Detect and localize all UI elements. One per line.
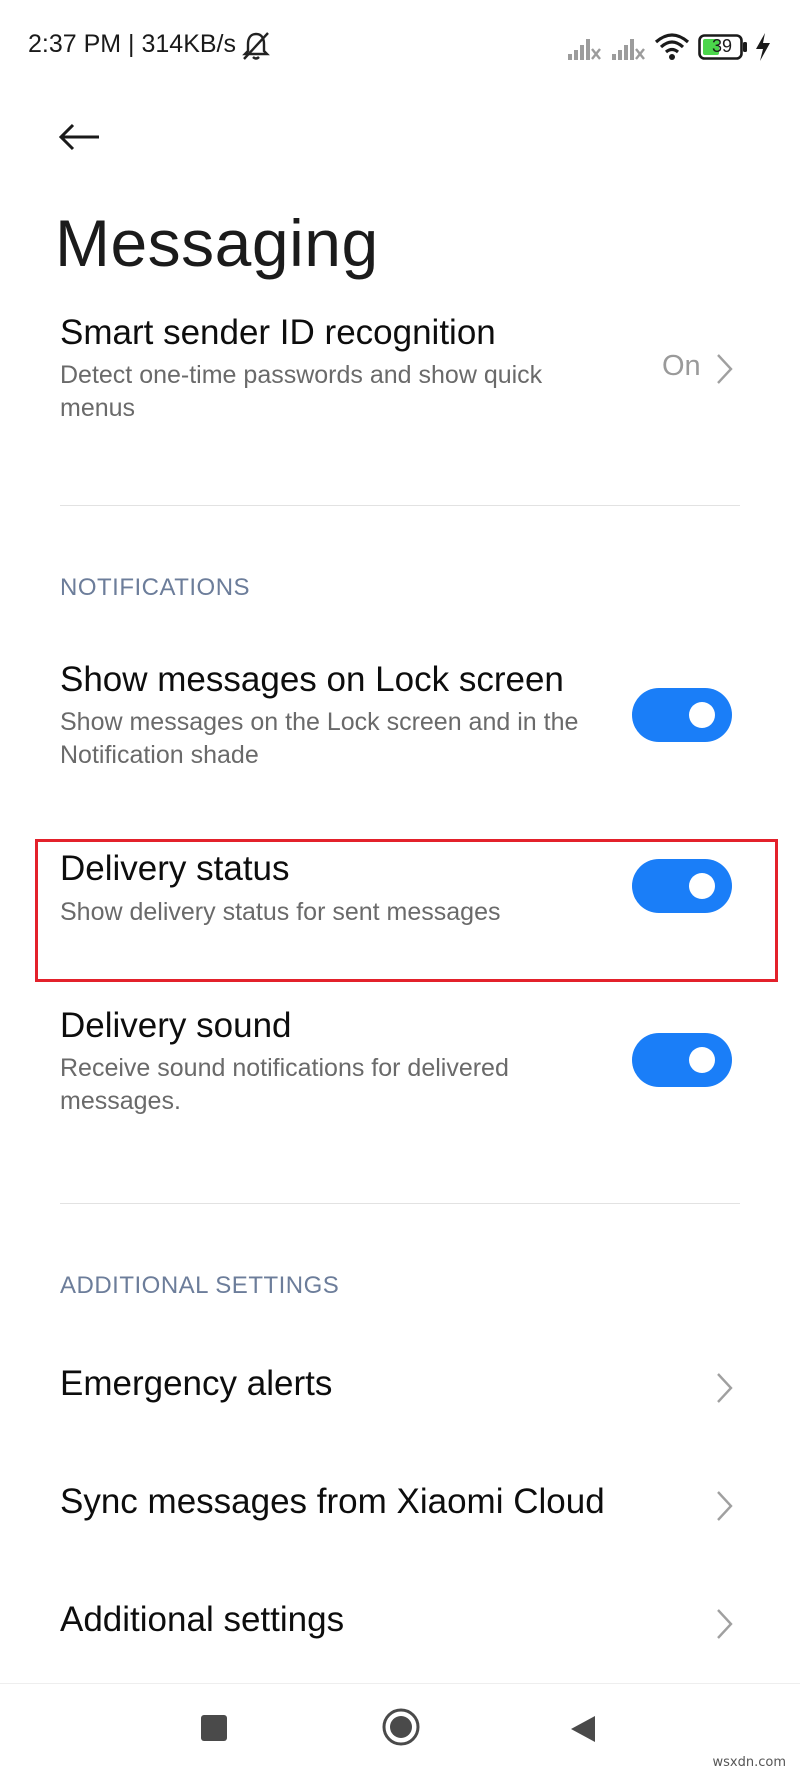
chevron-right-icon <box>717 354 733 384</box>
wifi-icon <box>654 33 690 60</box>
smart-sender-subtitle: Detect one-time passwords and show quick… <box>60 361 543 422</box>
delivery-sound-toggle[interactable] <box>632 1033 732 1087</box>
lock-screen-toggle[interactable] <box>632 688 732 742</box>
delivery-status-subtitle: Show delivery status for sent messages <box>60 898 501 926</box>
delivery-status-row[interactable]: Delivery status Show delivery status for… <box>0 849 800 969</box>
signal-icon <box>612 39 645 60</box>
smart-sender-value: On <box>662 350 701 382</box>
delivery-status-toggle[interactable] <box>632 859 732 913</box>
toggle-knob <box>689 702 715 728</box>
emergency-alerts-row[interactable]: Emergency alerts <box>0 1348 800 1428</box>
toggle-knob <box>689 873 715 899</box>
toggle-knob <box>689 1047 715 1073</box>
page-title: Messaging <box>55 206 379 280</box>
recents-square-icon[interactable] <box>201 1715 227 1741</box>
section-header-additional: ADDITIONAL SETTINGS <box>60 1272 340 1299</box>
lock-screen-subtitle: Show messages on the Lock screen and in … <box>60 708 579 769</box>
delivery-sound-subtitle: Receive sound notifications for delivere… <box>60 1054 509 1115</box>
status-time: 2:37 PM | 314KB/s <box>28 30 236 58</box>
section-header-notifications: NOTIFICATIONS <box>60 574 251 601</box>
back-triangle-icon[interactable] <box>569 1714 597 1744</box>
chevron-right-icon <box>717 1373 733 1403</box>
sync-xiaomi-cloud-row[interactable]: Sync messages from Xiaomi Cloud <box>0 1466 800 1546</box>
chevron-right-icon <box>717 1609 733 1639</box>
additional-settings-row[interactable]: Additional settings <box>0 1584 800 1664</box>
divider <box>60 505 740 506</box>
signal-icon <box>568 39 601 60</box>
delivery-status-title: Delivery status <box>60 849 290 888</box>
charging-icon <box>756 33 770 61</box>
home-circle-icon[interactable] <box>381 1707 421 1747</box>
smart-sender-title: Smart sender ID recognition <box>60 313 496 352</box>
additional-settings-title: Additional settings <box>60 1600 345 1639</box>
back-button[interactable] <box>52 110 106 164</box>
chevron-right-icon <box>717 1491 733 1521</box>
divider <box>60 1203 740 1204</box>
smart-sender-row[interactable]: Smart sender ID recognition Detect one-t… <box>0 300 800 450</box>
battery-icon: 39 <box>698 34 748 60</box>
watermark: wsxdn.com <box>712 1755 787 1770</box>
arrow-left-icon <box>58 123 99 151</box>
battery-level: 39 <box>712 36 733 56</box>
delivery-sound-row[interactable]: Delivery sound Receive sound notificatio… <box>0 1006 800 1136</box>
delivery-sound-title: Delivery sound <box>60 1006 292 1045</box>
lock-screen-title: Show messages on Lock screen <box>60 660 564 699</box>
sync-xiaomi-cloud-title: Sync messages from Xiaomi Cloud <box>60 1482 605 1521</box>
bell-off-icon <box>242 32 270 60</box>
emergency-alerts-title: Emergency alerts <box>60 1364 333 1403</box>
lock-screen-row[interactable]: Show messages on Lock screen Show messag… <box>0 660 800 790</box>
